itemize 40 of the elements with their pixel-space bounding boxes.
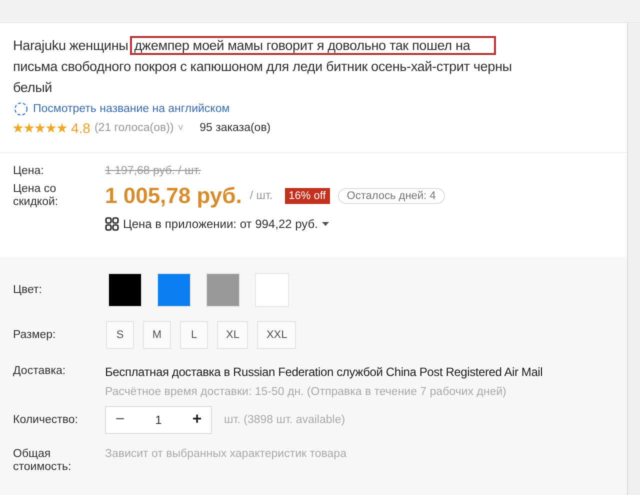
app-price[interactable]: Цена в приложении: от 994,22 руб. — [123, 217, 318, 231]
field-label: Доставка: — [13, 365, 67, 377]
plus-button[interactable]: + — [183, 411, 211, 429]
delivery-time: Расчётное время доставки: 15-50 дн. (Отправка в течение 7 рабочих дней) — [105, 386, 508, 398]
size-option[interactable]: S — [106, 321, 134, 349]
rating-value: 4.8 — [71, 120, 90, 136]
color-swatch[interactable] — [255, 273, 289, 307]
field-label: Цвет: — [13, 284, 43, 296]
total-price-note: Зависит от выбранных характеристик товара — [105, 448, 346, 460]
old-price: 1 197,68 руб. / шт. — [105, 165, 201, 177]
field-label: Количество: — [13, 414, 79, 426]
minus-button[interactable]: − — [106, 411, 134, 429]
discount-badge: 16% off — [284, 188, 330, 204]
size-option[interactable]: L — [180, 321, 208, 349]
color-swatch[interactable] — [206, 273, 240, 307]
field-label: Размер: — [13, 329, 57, 341]
size-option[interactable]: M — [143, 321, 171, 349]
caret-down-icon[interactable] — [322, 222, 330, 226]
price-unit: / шт. — [250, 190, 273, 202]
shipping-info: Бесплатная доставка в Russian Federation службой China Post Registered Air Mail — [105, 365, 543, 379]
qr-code-icon — [105, 217, 119, 231]
product-title: письма свободного покроя с капюшоном для леди битник осень-хай-стрит черны — [13, 58, 513, 76]
available-quantity: шт. (3898 шт. available) — [224, 414, 346, 426]
quantity-value[interactable]: 1 — [134, 413, 183, 427]
size-option[interactable]: XXL — [257, 321, 296, 349]
quantity-stepper[interactable]: − 1 + — [105, 406, 212, 434]
orders-count: 95 заказа(ов) — [200, 122, 271, 134]
color-swatch[interactable] — [157, 273, 191, 307]
translate-link[interactable]: Посмотреть название на английском — [33, 103, 230, 115]
field-label: Цена со скидкой: — [13, 183, 60, 209]
highlighted-title-text: джемпер моей мамы говорит я довольно так пошел на — [130, 36, 496, 55]
product-title: белый — [13, 79, 54, 97]
votes-count: (21 голоса(ов)) — [94, 122, 174, 134]
discount-price: 1 005,78 руб. — [105, 183, 242, 209]
days-left-badge: Осталось дней: 4 — [338, 188, 445, 204]
product-title: Harajuku женщины — [13, 38, 128, 53]
size-option[interactable]: XL — [217, 321, 248, 349]
color-swatch[interactable] — [108, 273, 142, 307]
field-label: Цена: — [13, 165, 45, 177]
field-label: Общая стоимость: — [13, 448, 72, 474]
